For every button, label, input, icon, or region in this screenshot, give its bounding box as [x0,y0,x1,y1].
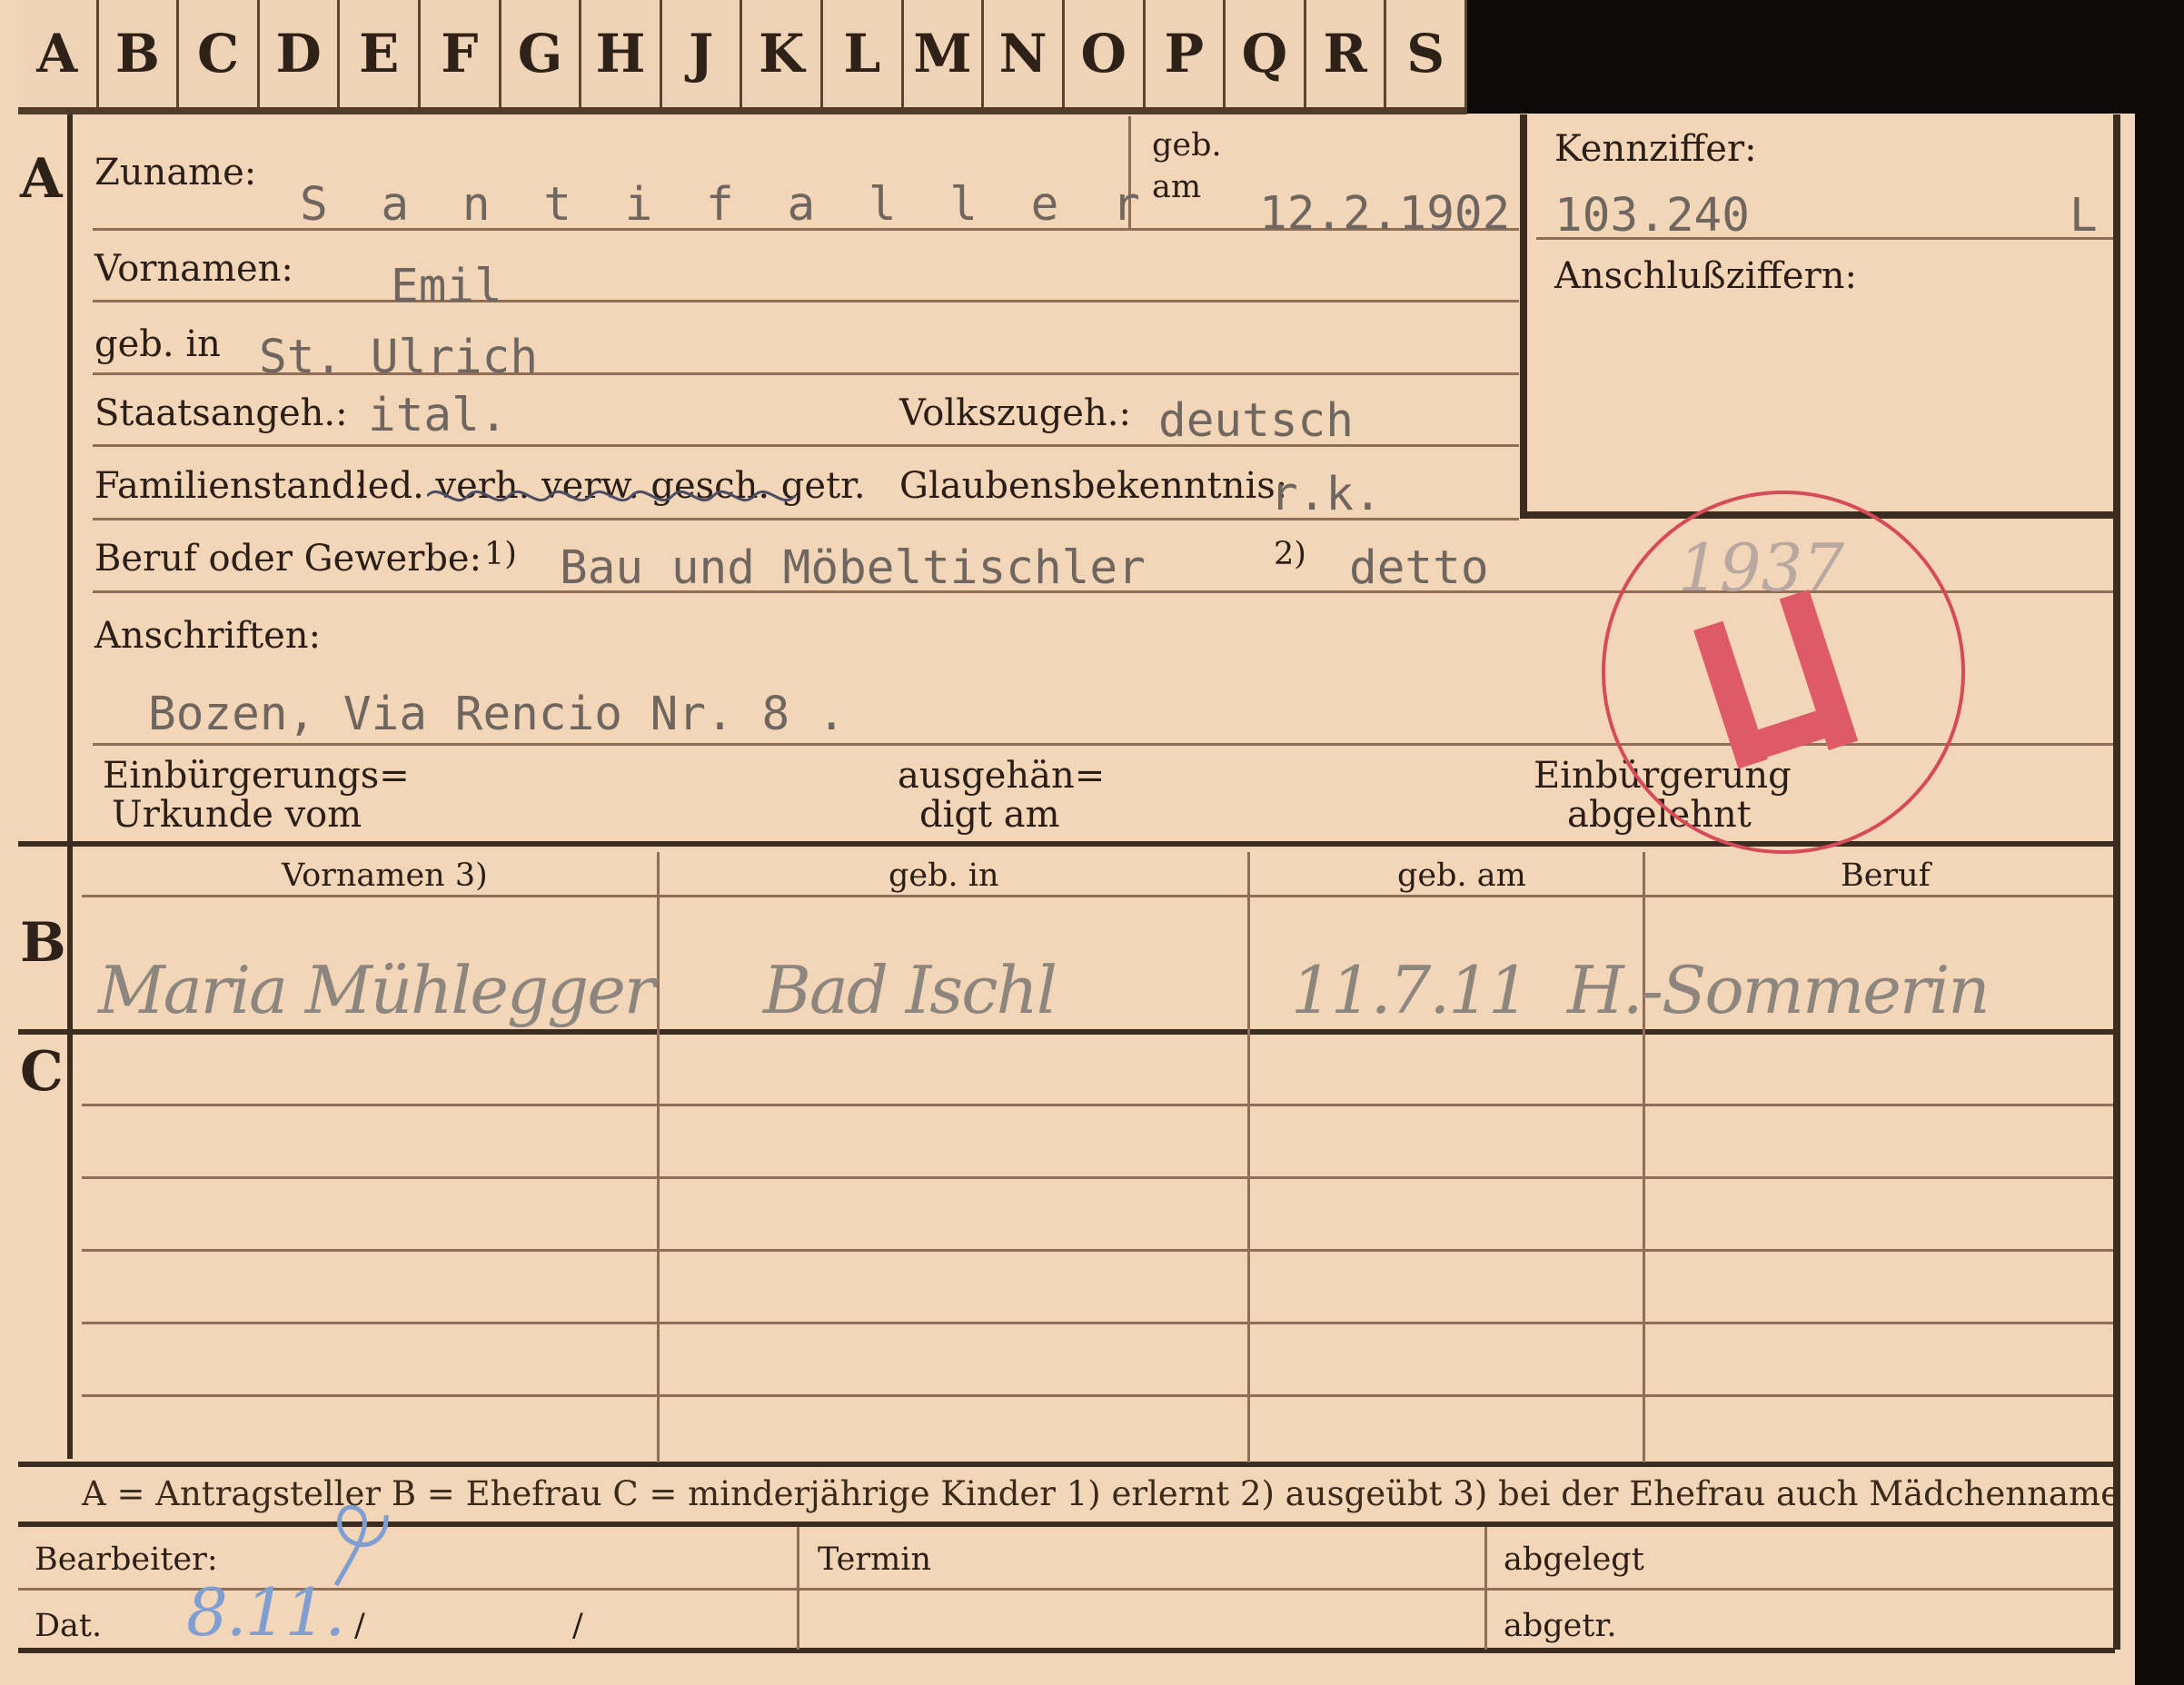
label-kennziffer: Kennziffer: [1554,128,1757,170]
label-ausgehaendigt-1: ausgehän= [898,755,1106,797]
label-anschlussziffern: Anschlußziffern: [1554,255,1857,297]
table-rule-5 [82,1394,2113,1397]
crossed-out-marks [427,490,797,502]
tab-l[interactable]: L [823,0,904,107]
label-am: am [1152,169,1202,205]
alphabet-tabs: A B C D E F G H J K L M N O P Q R S [18,0,1467,107]
table-rule-1 [82,1104,2113,1106]
tabs-divider [18,107,1467,114]
card-right-area [1463,114,2135,1685]
tab-k[interactable]: K [742,0,824,107]
value-glaubensbekenntnis: r.k. [1270,468,1382,521]
tab-r[interactable]: R [1305,0,1387,107]
rule-vornamen [93,300,1519,302]
table-header-geb-am: geb. am [1397,857,1526,894]
table-rule-4 [82,1322,2113,1324]
tab-g[interactable]: G [501,0,582,107]
footer-divider-2 [1484,1527,1487,1650]
section-b-bottom-rule [18,1029,2115,1035]
tab-n[interactable]: N [984,0,1065,107]
tab-e[interactable]: E [340,0,422,107]
legend-top-rule [18,1462,2115,1467]
label-dat: Dat. [35,1608,103,1644]
value-beruf-erlernt: Bau und Möbeltischler [560,541,1146,595]
value-volkszugehoerigkeit: deutsch [1158,394,1354,448]
kennziffer-box-left [1520,114,1527,518]
label-geb-top: geb. [1152,127,1222,164]
label-abgelegt: abgelegt [1504,1541,1644,1578]
tab-m[interactable]: M [903,0,985,107]
scan-background-right-edge [2135,114,2184,1685]
label-staatsangehoerigkeit: Staatsangeh.: [94,392,348,434]
tab-j[interactable]: J [661,0,743,107]
value-beruf-ausgeuebt: detto [1349,541,1489,595]
blue-handwritten-mark [333,1504,389,1587]
spouse-birthdate: 11.7.11 [1291,952,1530,1028]
tab-h[interactable]: H [581,0,662,107]
section-letter-c: C [20,1040,64,1104]
table-rule-3 [82,1249,2113,1252]
tab-a[interactable]: A [18,0,99,107]
tab-s[interactable]: S [1386,0,1467,107]
value-kennziffer-letter: L [2070,189,2098,243]
table-column-divider-3 [1643,852,1645,1462]
label-einbuergerung-urkunde-2: Urkunde vom [112,794,362,836]
dat-written-value: 8.11. [186,1574,345,1650]
tab-d[interactable]: D [259,0,341,107]
scan-background-top-right [1467,0,2184,114]
beruf-note-1: 1) [484,536,517,572]
tab-b[interactable]: B [98,0,180,107]
right-border [2113,114,2120,1650]
tab-p[interactable]: P [1145,0,1226,107]
left-margin-rule [67,114,73,1459]
tab-f[interactable]: F [421,0,501,107]
label-vornamen: Vornamen: [94,248,293,290]
stamp-year: 1937 [1678,530,1845,606]
spouse-occupation: H.-Sommerin [1567,952,1990,1028]
spouse-birthplace: Bad Ischl [763,952,1057,1028]
tab-c[interactable]: C [179,0,260,107]
value-geb-in: St. Ulrich [259,331,539,384]
label-familienstand: Familienstand: [94,465,367,507]
label-glaubensbekenntnis: Glaubensbekenntnis: [899,465,1288,507]
label-abgetr: abgetr. [1504,1608,1617,1644]
value-kennziffer: 103.240 [1554,189,1750,243]
tab-q[interactable]: Q [1226,0,1306,107]
value-geb-am: 12.2.1902 [1259,187,1511,241]
label-bearbeiter: Bearbeiter: [35,1541,218,1578]
label-ausgehaendigt-2: digt am [919,794,1060,836]
label-termin: Termin [818,1541,931,1578]
section-letter-a: A [20,147,63,211]
dat-separator-2: / [572,1608,583,1644]
table-header-geb-in: geb. in [888,857,999,894]
table-header-beruf: Beruf [1841,857,1931,894]
value-zuname: S a n t i f a l l e r [300,178,1153,232]
footer-divider-1 [797,1527,799,1650]
section-letter-b: B [20,911,66,975]
beruf-note-2: 2) [1274,536,1306,572]
label-geb-in: geb. in [94,323,221,365]
table-column-divider-1 [657,852,660,1462]
tab-o[interactable]: O [1064,0,1146,107]
label-anschriften: Anschriften: [94,615,322,657]
label-beruf: Beruf oder Gewerbe: [94,538,482,580]
dat-separator-1: / [354,1608,365,1644]
table-column-divider-2 [1247,852,1250,1462]
value-anschrift: Bozen, Via Rencio Nr. 8 . [148,688,846,741]
label-einbuergerung-urkunde-1: Einbürgerungs= [103,755,410,797]
spouse-name: Maria Mühlegger [98,952,655,1028]
label-volkszugehoerigkeit: Volkszugeh.: [899,392,1131,434]
value-vornamen: Emil [391,260,502,313]
label-zuname: Zuname: [94,152,257,193]
table-rule-2 [82,1176,2113,1179]
table-header-vornamen: Vornamen 3) [282,857,488,894]
value-staatsangehoerigkeit: ital. [368,389,508,442]
table-header-rule [82,895,2113,897]
